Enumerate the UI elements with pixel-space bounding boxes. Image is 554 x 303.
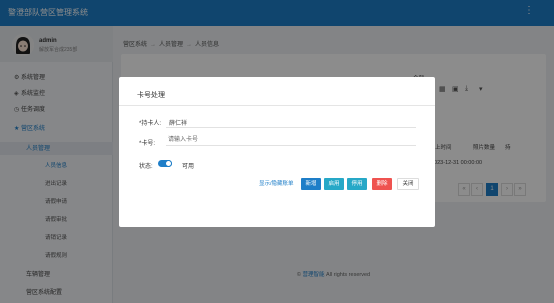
holder-label: *持卡人: (139, 121, 162, 127)
status-label: 状态: (139, 164, 153, 170)
dialog-title: 卡号处理 (137, 92, 165, 99)
enable-button[interactable]: 启用 (324, 178, 344, 190)
add-button[interactable]: 新增 (301, 178, 321, 190)
card-number-input[interactable] (166, 134, 416, 146)
status-toggle[interactable] (158, 160, 172, 167)
delete-button[interactable]: 删除 (372, 178, 392, 190)
status-value: 可用 (182, 164, 195, 170)
holder-value: 薛仁祥 (169, 121, 188, 127)
disable-button[interactable]: 停用 (347, 178, 367, 190)
card-number-label: *卡号: (139, 141, 156, 147)
card-processing-dialog: 卡号处理 *持卡人: 薛仁祥 *卡号: 状态: 可用 显示/隐藏账单 新增 启用… (119, 77, 435, 227)
toggle-bill-link[interactable]: 显示/隐藏账单 (259, 178, 294, 190)
dialog-divider (119, 105, 435, 106)
close-button[interactable]: 关闭 (397, 178, 419, 190)
holder-underline (166, 127, 416, 128)
toggle-knob (165, 160, 172, 167)
